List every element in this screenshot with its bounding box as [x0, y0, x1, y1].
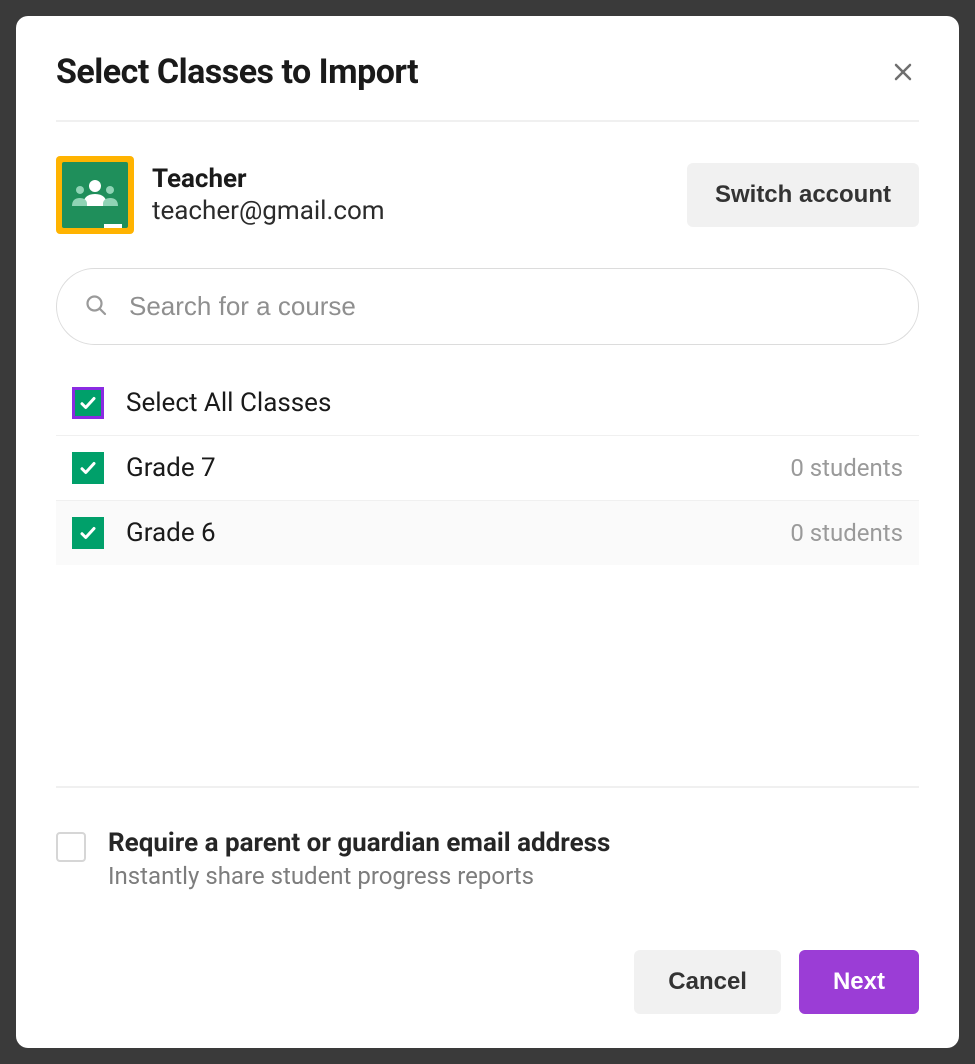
student-count: 0 students — [790, 519, 903, 547]
require-parent-email-checkbox[interactable] — [56, 832, 86, 862]
class-checkbox[interactable] — [72, 517, 104, 549]
search-input[interactable] — [56, 268, 919, 345]
class-checkbox[interactable] — [72, 452, 104, 484]
require-parent-email-subtitle: Instantly share student progress reports — [108, 862, 610, 890]
select-all-row[interactable]: Select All Classes — [56, 379, 919, 436]
switch-account-button[interactable]: Switch account — [687, 163, 919, 227]
class-name: Grade 6 — [126, 518, 768, 548]
import-classes-modal: Select Classes to Import — [16, 16, 959, 1048]
next-button[interactable]: Next — [799, 950, 919, 1014]
search-container — [56, 268, 919, 345]
check-icon — [79, 459, 97, 477]
search-icon — [84, 293, 108, 321]
account-row: Teacher teacher@gmail.com Switch account — [56, 156, 919, 234]
close-button[interactable] — [887, 56, 919, 88]
require-parent-email-row: Require a parent or guardian email addre… — [56, 828, 919, 890]
require-parent-email-title: Require a parent or guardian email addre… — [108, 828, 610, 858]
modal-title: Select Classes to Import — [56, 52, 418, 92]
check-icon — [79, 524, 97, 542]
modal-footer: Cancel Next — [56, 950, 919, 1014]
google-classroom-icon — [56, 156, 134, 234]
modal-header: Select Classes to Import — [56, 52, 919, 122]
select-all-label: Select All Classes — [126, 388, 903, 418]
class-name: Grade 7 — [126, 453, 768, 483]
student-count: 0 students — [790, 454, 903, 482]
close-icon — [891, 60, 915, 84]
divider — [56, 786, 919, 788]
select-all-checkbox[interactable] — [72, 387, 104, 419]
class-row[interactable]: Grade 6 0 students — [56, 501, 919, 565]
check-icon — [79, 394, 97, 412]
class-list: Select All Classes Grade 7 0 students Gr… — [56, 379, 919, 565]
class-row[interactable]: Grade 7 0 students — [56, 436, 919, 501]
account-email: teacher@gmail.com — [152, 196, 385, 226]
cancel-button[interactable]: Cancel — [634, 950, 781, 1014]
account-info-block: Teacher teacher@gmail.com — [56, 156, 385, 234]
account-name: Teacher — [152, 164, 385, 194]
